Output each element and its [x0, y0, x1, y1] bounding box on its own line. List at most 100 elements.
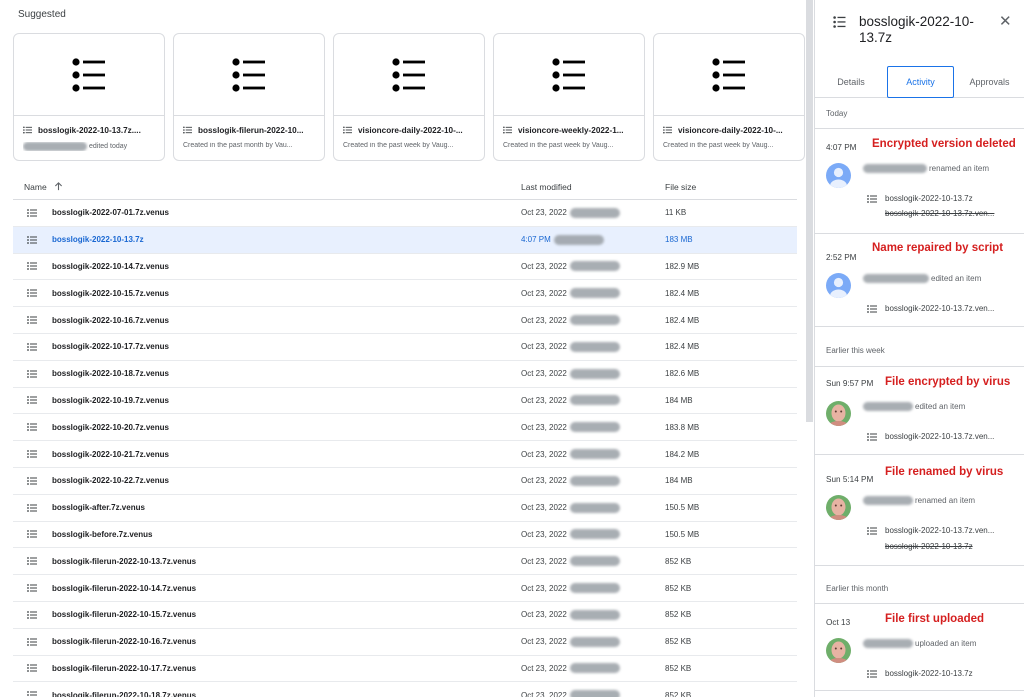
name-header-label: Name	[24, 181, 47, 192]
document-list-icon	[27, 262, 37, 271]
last-modified-cell: Oct 23, 2022	[521, 529, 665, 540]
suggested-card[interactable]: visioncore-daily-2022-10-... Created in t…	[653, 33, 805, 161]
section-earlier-this-month: Earlier this month	[826, 584, 889, 593]
file-name: bosslogik-filerun-2022-10-15.7z.venus	[52, 610, 197, 620]
table-row[interactable]: bosslogik-2022-10-15.7z.venus Oct 23, 202…	[13, 280, 797, 308]
file-name-cell: bosslogik-filerun-2022-10-17.7z.venus	[13, 664, 521, 673]
file-name-cell: bosslogik-filerun-2022-10-16.7z.venus	[13, 637, 521, 646]
redacted-user	[569, 529, 620, 540]
table-row[interactable]: bosslogik-before.7z.venus Oct 23, 2022 150…	[13, 522, 797, 549]
last-modified-cell: Oct 23, 2022	[521, 663, 665, 674]
card-info: bosslogik-filerun-2022-10... Created in t…	[174, 116, 324, 150]
card-file-name: visioncore-daily-2022-10-...	[678, 125, 783, 135]
redacted-user	[569, 690, 620, 697]
file-name-cell: bosslogik-2022-10-15.7z.venus	[13, 289, 521, 298]
avatar-photo-icon	[826, 495, 851, 520]
file-name: bosslogik-2022-10-18.7z.venus	[52, 369, 169, 379]
file-browser: Suggested bosslogik-2022-10-13.7z.... edi…	[0, 0, 808, 697]
redacted-user	[569, 368, 620, 379]
table-row[interactable]: bosslogik-2022-10-22.7z.venus Oct 23, 202…	[13, 468, 797, 495]
section-today: Today	[826, 109, 848, 118]
activity-line: uploaded an item	[863, 639, 976, 648]
redacted-user	[569, 663, 620, 674]
redacted-user	[569, 556, 620, 567]
sort-arrow-up-icon[interactable]	[54, 182, 63, 191]
table-row[interactable]: bosslogik-2022-10-17.7z.venus Oct 23, 202…	[13, 334, 797, 361]
table-row[interactable]: bosslogik-2022-07-01.7z.venus Oct 23, 202…	[13, 200, 797, 227]
document-list-icon	[27, 423, 37, 432]
card-thumbnail	[174, 34, 324, 116]
table-row[interactable]: bosslogik-filerun-2022-10-17.7z.venus Oct…	[13, 656, 797, 683]
table-row[interactable]: bosslogik-2022-10-14.7z.venus Oct 23, 202…	[13, 254, 797, 281]
divider	[815, 128, 1024, 129]
file-size-cell: 150.5 MB	[665, 503, 700, 513]
tab-activity[interactable]: Activity	[887, 65, 954, 98]
close-icon[interactable]: ✕	[999, 14, 1012, 30]
card-info: visioncore-daily-2022-10-... Created in t…	[334, 116, 484, 150]
file-name: bosslogik-2022-07-01.7z.venus	[52, 208, 169, 218]
file-size-cell: 183 MB	[665, 235, 693, 245]
table-row[interactable]: bosslogik-filerun-2022-10-13.7z.venus Oct…	[13, 548, 797, 576]
file-size-cell: 150.5 MB	[665, 529, 700, 539]
activity-file[interactable]: bosslogik-2022-10-13.7z.ven...	[867, 432, 994, 441]
main-scrollbar[interactable]	[806, 0, 813, 422]
file-table: Name Last modified File size bosslogik-2…	[13, 174, 797, 697]
annotation-label: File first uploaded	[885, 613, 985, 625]
suggested-card[interactable]: bosslogik-filerun-2022-10... Created in t…	[173, 33, 325, 161]
modified-date: Oct 23, 2022	[521, 663, 567, 673]
redacted-user	[569, 502, 620, 513]
table-header: Name Last modified File size	[13, 174, 797, 200]
activity-file[interactable]: bosslogik-2022-10-13.7z.ven...	[867, 304, 994, 313]
activity-file[interactable]: bosslogik-2022-10-13.7z	[867, 669, 973, 678]
file-size-cell: 182.9 MB	[665, 261, 700, 271]
table-row[interactable]: bosslogik-2022-10-18.7z.venus Oct 23, 202…	[13, 361, 797, 388]
document-list-icon	[27, 289, 37, 298]
document-list-icon	[867, 526, 877, 535]
table-row[interactable]: bosslogik-2022-10-19.7z.venus Oct 23, 202…	[13, 388, 797, 415]
file-name: bosslogik-2022-10-22.7z.venus	[52, 476, 169, 486]
table-row[interactable]: bosslogik-after.7z.venus Oct 23, 2022 150.…	[13, 495, 797, 522]
file-size-cell: 184.2 MB	[665, 449, 700, 459]
name-column-header[interactable]: Name	[13, 182, 521, 192]
file-name: bosslogik-2022-10-14.7z.venus	[52, 261, 169, 271]
file-name: bosslogik-2022-10-15.7z.venus	[52, 288, 169, 298]
activity-line: edited an item	[863, 402, 965, 411]
file-name-cell: bosslogik-2022-10-16.7z.venus	[13, 316, 521, 325]
file-size-cell: 852 KB	[665, 556, 692, 566]
redacted-user	[863, 496, 913, 505]
last-modified-column-header[interactable]: Last modified	[521, 182, 665, 192]
tab-approvals[interactable]: Approvals	[954, 66, 1024, 98]
file-name-cell: bosslogik-2022-10-20.7z.venus	[13, 423, 521, 432]
modified-date: Oct 23, 2022	[521, 476, 567, 486]
activity-action: renamed an item	[929, 164, 990, 173]
suggested-card[interactable]: bosslogik-2022-10-13.7z.... edited today	[13, 33, 165, 161]
last-modified-cell: Oct 23, 2022	[521, 368, 665, 379]
card-name-row: visioncore-daily-2022-10-...	[343, 124, 475, 136]
card-name-row: visioncore-weekly-2022-1...	[503, 124, 635, 136]
table-row[interactable]: bosslogik-filerun-2022-10-16.7z.venus Oct…	[13, 629, 797, 656]
document-list-icon	[27, 637, 37, 646]
annotation-label: Name repaired by script	[872, 242, 1004, 254]
card-subtitle-text: Created in the past week by Vaug...	[663, 142, 774, 149]
activity-file[interactable]: bosslogik-2022-10-13.7z.ven...	[867, 526, 994, 535]
activity-action: renamed an item	[915, 496, 976, 505]
table-row[interactable]: bosslogik-2022-10-16.7z.venus Oct 23, 202…	[13, 307, 797, 334]
table-row[interactable]: bosslogik-filerun-2022-10-15.7z.venus Oct…	[13, 602, 797, 629]
annotation-label: Encrypted version deleted	[872, 138, 1016, 150]
activity-file[interactable]: bosslogik-2022-10-13.7z	[867, 194, 973, 203]
document-list-icon	[867, 432, 877, 441]
table-row[interactable]: bosslogik-2022-10-21.7z.venus Oct 23, 202…	[13, 441, 797, 468]
table-row[interactable]: bosslogik-filerun-2022-10-18.7z.venus Oct…	[13, 682, 797, 697]
table-row[interactable]: bosslogik-filerun-2022-10-14.7z.venus Oct…	[13, 575, 797, 602]
card-thumbnail	[334, 34, 484, 116]
tab-details[interactable]: Details	[815, 66, 887, 98]
activity-file-name: bosslogik-2022-10-13.7z	[885, 669, 973, 678]
table-row[interactable]: bosslogik-2022-10-13.7z 4:07 PM 183 MB	[13, 226, 797, 254]
file-size-column-header[interactable]: File size	[665, 182, 797, 192]
suggested-card[interactable]: visioncore-daily-2022-10-... Created in t…	[333, 33, 485, 161]
suggested-card[interactable]: visioncore-weekly-2022-1... Created in th…	[493, 33, 645, 161]
file-size-cell: 852 KB	[665, 583, 692, 593]
document-list-icon	[27, 396, 37, 405]
table-row[interactable]: bosslogik-2022-10-20.7z.venus Oct 23, 202…	[13, 414, 797, 442]
file-size-cell: 182.4 MB	[665, 315, 700, 325]
